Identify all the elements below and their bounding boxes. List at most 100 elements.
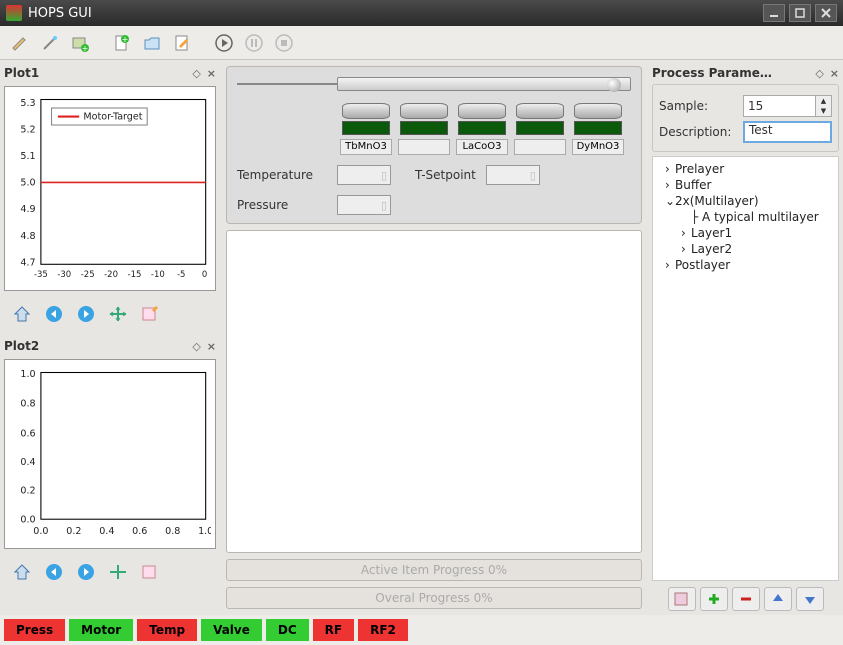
- tree-item[interactable]: ›Layer2: [655, 241, 836, 257]
- new-doc-icon[interactable]: +: [108, 29, 136, 57]
- edit-icon[interactable]: [6, 29, 34, 57]
- svg-text:5.2: 5.2: [20, 124, 35, 135]
- plot-config-icon[interactable]: [136, 301, 164, 327]
- tree-twisty-icon[interactable]: ›: [665, 258, 675, 272]
- plot2-float-icon[interactable]: ◇: [192, 340, 200, 353]
- tree-item[interactable]: ›Prelayer: [655, 161, 836, 177]
- target-slot-3[interactable]: [513, 103, 567, 155]
- status-motor[interactable]: Motor: [69, 619, 133, 641]
- target-cylinder: [342, 103, 390, 119]
- minimize-button[interactable]: [763, 4, 785, 22]
- tree-twisty-icon[interactable]: ›: [681, 226, 691, 240]
- plot-home-icon[interactable]: [8, 559, 36, 585]
- process-float-icon[interactable]: ◇: [815, 67, 823, 80]
- status-valve[interactable]: Valve: [201, 619, 262, 641]
- plot-pan-icon[interactable]: [104, 301, 132, 327]
- svg-text:1.0: 1.0: [198, 526, 211, 537]
- svg-text:-30: -30: [57, 270, 71, 280]
- stop-icon[interactable]: [270, 29, 298, 57]
- target-slot-2[interactable]: LaCoO3: [455, 103, 509, 155]
- target-cylinder: [574, 103, 622, 119]
- svg-text:-15: -15: [128, 270, 142, 280]
- tree-item[interactable]: ›Layer1: [655, 225, 836, 241]
- plot2-title: Plot2: [4, 339, 39, 353]
- tree-down-icon[interactable]: [796, 587, 824, 611]
- shelf-rail: [237, 83, 337, 85]
- sample-spinbox[interactable]: 15 ▲▼: [743, 95, 832, 117]
- shelf-handle[interactable]: [607, 78, 621, 92]
- plot2-toolbar: [4, 553, 216, 591]
- svg-text:0.4: 0.4: [99, 526, 114, 537]
- tree-new-icon[interactable]: [668, 587, 696, 611]
- process-tree[interactable]: ›Prelayer›Buffer⌄2x(Multilayer) ├ A typi…: [652, 156, 839, 581]
- target-slot-0[interactable]: TbMnO3: [339, 103, 393, 155]
- tree-up-icon[interactable]: [764, 587, 792, 611]
- pressure-display: ▯: [337, 195, 391, 215]
- target-label: [398, 139, 450, 155]
- status-dc[interactable]: DC: [266, 619, 309, 641]
- status-rf2[interactable]: RF2: [358, 619, 408, 641]
- plot1-legend: Motor-Target: [83, 112, 142, 123]
- edit-doc-icon[interactable]: [168, 29, 196, 57]
- svg-text:0.8: 0.8: [165, 526, 180, 537]
- close-button[interactable]: [815, 4, 837, 22]
- plot-back-icon[interactable]: [40, 301, 68, 327]
- shelf-bar: [337, 77, 631, 91]
- tree-add-icon[interactable]: [700, 587, 728, 611]
- app-icon: [6, 5, 22, 21]
- plot-back-icon[interactable]: [40, 559, 68, 585]
- svg-text:+: +: [82, 44, 89, 52]
- tree-twisty-icon[interactable]: ›: [665, 178, 675, 192]
- plot2-canvas: 1.0 0.8 0.6 0.4 0.2 0.0 0.0 0.2 0.4 0.6 …: [4, 359, 216, 548]
- plot-forward-icon[interactable]: [72, 301, 100, 327]
- plot2-close-icon[interactable]: ×: [207, 340, 216, 353]
- image-add-icon[interactable]: +: [66, 29, 94, 57]
- status-temp[interactable]: Temp: [137, 619, 197, 641]
- tree-item[interactable]: ›Buffer: [655, 177, 836, 193]
- target-led: [458, 121, 506, 135]
- svg-text:5.3: 5.3: [20, 98, 35, 109]
- target-label: [514, 139, 566, 155]
- plot1-title: Plot1: [4, 66, 39, 80]
- svg-text:-5: -5: [177, 270, 185, 280]
- tree-twisty-icon[interactable]: ›: [665, 162, 675, 176]
- target-led: [516, 121, 564, 135]
- process-title: Process Parame…: [652, 66, 772, 80]
- plot-config-icon[interactable]: [136, 559, 164, 585]
- pause-icon[interactable]: [240, 29, 268, 57]
- play-icon[interactable]: [210, 29, 238, 57]
- target-slot-1[interactable]: [397, 103, 451, 155]
- process-close-icon[interactable]: ×: [830, 67, 839, 80]
- window-title: HOPS GUI: [28, 6, 92, 21]
- sample-label: Sample:: [659, 99, 737, 113]
- plot-pan-icon[interactable]: [104, 559, 132, 585]
- status-press[interactable]: Press: [4, 619, 65, 641]
- main-toolbar: + +: [0, 26, 843, 60]
- tree-item[interactable]: ├ A typical multilayer: [655, 209, 836, 225]
- active-progress: Active Item Progress 0%: [226, 559, 642, 581]
- tree-twisty-icon[interactable]: ›: [681, 242, 691, 256]
- window-titlebar: HOPS GUI: [0, 0, 843, 26]
- tree-remove-icon[interactable]: [732, 587, 760, 611]
- svg-text:-20: -20: [104, 270, 118, 280]
- plot-home-icon[interactable]: [8, 301, 36, 327]
- status-rf[interactable]: RF: [313, 619, 354, 641]
- target-slot-4[interactable]: DyMnO3: [571, 103, 625, 155]
- console-area: [226, 230, 642, 553]
- tree-item[interactable]: ⌄2x(Multilayer): [655, 193, 836, 209]
- target-led: [400, 121, 448, 135]
- plot-forward-icon[interactable]: [72, 559, 100, 585]
- tree-item[interactable]: ›Postlayer: [655, 257, 836, 273]
- target-label: DyMnO3: [572, 139, 624, 155]
- maximize-button[interactable]: [789, 4, 811, 22]
- description-input[interactable]: Test: [743, 121, 832, 143]
- target-led: [574, 121, 622, 135]
- wand-icon[interactable]: [36, 29, 64, 57]
- target-label: LaCoO3: [456, 139, 508, 155]
- plot1-close-icon[interactable]: ×: [207, 67, 216, 80]
- plot1-float-icon[interactable]: ◇: [192, 67, 200, 80]
- open-doc-icon[interactable]: [138, 29, 166, 57]
- target-cylinder: [400, 103, 448, 119]
- svg-text:4.8: 4.8: [20, 231, 35, 242]
- tree-twisty-icon[interactable]: ⌄: [665, 194, 675, 208]
